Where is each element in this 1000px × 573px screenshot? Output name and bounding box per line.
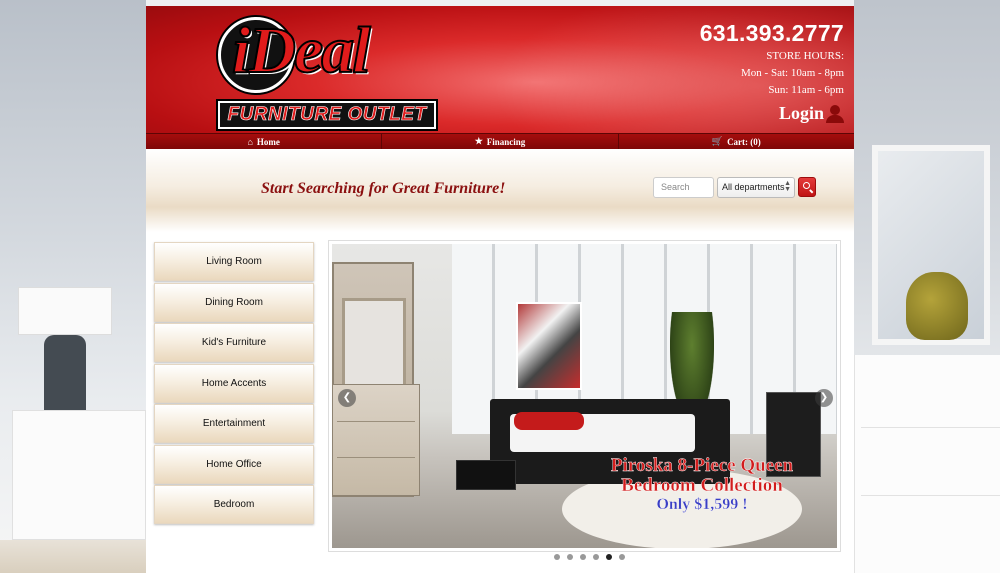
slider-prev-button[interactable]: ❮ (338, 389, 356, 407)
slide-caption: Piroska 8-Piece Queen Bedroom Collection… (582, 455, 822, 514)
nav-financing[interactable]: ★ Financing (382, 134, 619, 149)
slider-dot[interactable] (567, 554, 573, 560)
nav-home-label: Home (256, 136, 280, 147)
slider-dots (554, 554, 625, 560)
slider-next-button[interactable]: ❯ (815, 389, 833, 407)
slide-pillow (514, 412, 584, 430)
category-bedroom[interactable]: Bedroom (154, 485, 314, 524)
slider-dot[interactable] (606, 554, 612, 560)
dresser-image (854, 355, 1000, 573)
slide-mirror (342, 298, 406, 398)
cabinet-image (12, 410, 146, 540)
drawer-line (861, 495, 1000, 496)
home-icon: ⌂ (247, 136, 253, 147)
hero-slider: Piroska 8-Piece Queen Bedroom Collection… (328, 240, 841, 552)
search-icon (803, 182, 810, 189)
category-menu: Living Room Dining Room Kid's Furniture … (154, 242, 314, 526)
store-hours-title: STORE HOURS: (766, 50, 844, 62)
cart-icon: 🛒 (711, 136, 724, 146)
search-button[interactable] (798, 177, 816, 197)
slide-wall-art (516, 302, 582, 390)
main-nav: ⌂ Home ★ Financing 🛒 Cart: (0) (146, 133, 854, 149)
category-home-office[interactable]: Home Office (154, 444, 314, 484)
header: iDeal FURNITURE OUTLET 631.393.2777 STOR… (146, 6, 854, 133)
search-tagline: Start Searching for Great Furniture! (261, 180, 506, 197)
site-container: iDeal FURNITURE OUTLET 631.393.2777 STOR… (146, 6, 854, 573)
login-label: Login (778, 103, 824, 123)
search-input[interactable]: Search (653, 177, 714, 198)
nav-home[interactable]: ⌂ Home (146, 134, 383, 149)
login-button[interactable]: Login (779, 103, 844, 124)
logo-word: iDeal (231, 13, 372, 88)
star-icon: ★ (474, 136, 483, 146)
slide-nightstand (456, 460, 516, 490)
slider-dot[interactable] (619, 554, 625, 560)
dresser-drawer-line (337, 421, 415, 422)
user-icon (826, 104, 844, 123)
phone-number[interactable]: 631.393.2777 (700, 20, 844, 47)
slide-caption-price: Only $1,599 ! (656, 496, 748, 513)
dresser-drawer-line (337, 457, 415, 458)
department-select[interactable]: All departments ▲ ▼ (717, 177, 795, 198)
slider-dot[interactable] (593, 554, 599, 560)
lamp-shade-image (18, 287, 112, 335)
search-band: Start Searching for Great Furniture! Sea… (146, 149, 854, 232)
store-hours-weekday: Mon - Sat: 10am - 8pm (741, 67, 844, 79)
category-living-room[interactable]: Living Room (154, 242, 314, 281)
store-hours-sunday: Sun: 11am - 6pm (768, 84, 844, 96)
nav-cart[interactable]: 🛒 Cart: (0) (619, 134, 854, 149)
updown-arrows-icon: ▲ ▼ (784, 180, 791, 193)
category-entertainment[interactable]: Entertainment (154, 404, 314, 443)
lamp-base-image (44, 335, 86, 415)
vase-image (906, 272, 968, 340)
slider-dot[interactable] (580, 554, 586, 560)
department-select-value: All departments (722, 182, 785, 192)
nav-cart-label: Cart: (0) (727, 136, 761, 147)
slider-dot[interactable] (554, 554, 560, 560)
slide-caption-title-line1: Piroska 8-Piece Queen (610, 455, 794, 476)
logo[interactable]: iDeal FURNITURE OUTLET (218, 13, 438, 130)
category-home-accents[interactable]: Home Accents (154, 363, 314, 403)
category-dining-room[interactable]: Dining Room (154, 282, 314, 322)
nav-financing-label: Financing (486, 136, 526, 147)
logo-tagline: FURNITURE OUTLET (227, 104, 427, 126)
floor-image (0, 540, 146, 573)
contact-info: 631.393.2777 STORE HOURS: Mon - Sat: 10a… (700, 20, 844, 124)
drawer-line (861, 427, 1000, 428)
slide-caption-title-line2: Bedroom Collection (621, 475, 783, 496)
main-content: Living Room Dining Room Kid's Furniture … (146, 232, 854, 560)
slide-image[interactable]: Piroska 8-Piece Queen Bedroom Collection… (332, 244, 837, 548)
logo-tagline-box: FURNITURE OUTLET (218, 101, 436, 129)
category-kids-furniture[interactable]: Kid's Furniture (154, 323, 314, 362)
